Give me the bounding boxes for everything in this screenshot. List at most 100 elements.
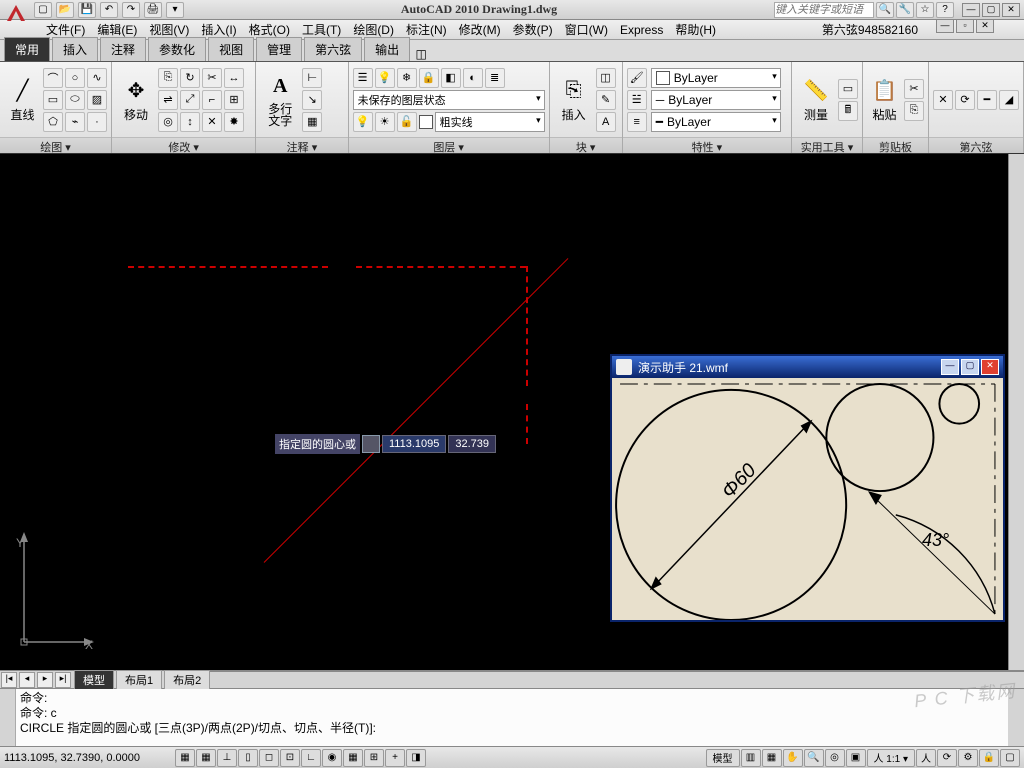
qat-print-icon[interactable]: 🖨 (144, 2, 162, 18)
panel-block-label[interactable]: 块 ▾ (550, 137, 622, 153)
maximize-button[interactable]: ▢ (982, 3, 1000, 17)
subscription-icon[interactable]: 🔧 (896, 2, 914, 18)
lineweight-combo[interactable]: ━ByLayer (651, 112, 781, 132)
toolbar-lock-icon[interactable]: 🔒 (979, 749, 999, 767)
array-icon[interactable]: ⊞ (224, 90, 244, 110)
panel-modify-label[interactable]: 修改 ▾ (112, 137, 255, 153)
layout-last-icon[interactable]: ▸| (55, 672, 71, 688)
cut-icon[interactable]: ✂ (904, 79, 924, 99)
search-icon[interactable]: 🔍 (876, 2, 894, 18)
zoom-icon[interactable]: 🔍 (804, 749, 824, 767)
annoscale-button[interactable]: 人 1:1 ▾ (867, 749, 915, 767)
helper-window[interactable]: 演示助手 21.wmf — ▢ ✕ (610, 354, 1005, 622)
sc-toggle[interactable]: + (385, 749, 405, 767)
annovisibility-icon[interactable]: 人 (916, 749, 936, 767)
tab-annotate[interactable]: 注释 (100, 37, 146, 61)
dim-linear-icon[interactable]: ⊢ (302, 68, 322, 88)
quickview-layouts-icon[interactable]: ▥ (741, 749, 761, 767)
qp-toggle[interactable]: ⊞ (364, 749, 384, 767)
layout-tab-model[interactable]: 模型 (74, 670, 114, 689)
panel-annot-label[interactable]: 注释 ▾ (256, 137, 347, 153)
close-button[interactable]: ✕ (1002, 3, 1020, 17)
panel-layer-label[interactable]: 图层 ▾ (349, 137, 549, 153)
helper-minimize-button[interactable]: — (941, 359, 959, 375)
menu-modify[interactable]: 修改(M) (453, 19, 507, 40)
steering-wheel-icon[interactable]: ◎ (825, 749, 845, 767)
menu-help[interactable]: 帮助(H) (669, 19, 722, 40)
tab-insert[interactable]: 插入 (52, 37, 98, 61)
layer-props-icon[interactable]: ☰ (353, 68, 373, 88)
copy-icon[interactable]: ⎘ (158, 68, 178, 88)
tpy-toggle[interactable]: ◨ (406, 749, 426, 767)
panel-props-label[interactable]: 特性 ▾ (623, 137, 791, 153)
six-tool2-icon[interactable]: ⟳ (955, 90, 975, 110)
circle-icon[interactable]: ○ (65, 68, 85, 88)
hatch-icon[interactable]: ▨ (87, 90, 107, 110)
ortho-toggle[interactable]: ⊥ (217, 749, 237, 767)
doc-minimize-button[interactable]: — (936, 19, 954, 33)
erase-icon[interactable]: ✕ (202, 112, 222, 132)
layout-first-icon[interactable]: |◂ (1, 672, 17, 688)
calc-icon[interactable]: 🖩 (838, 101, 858, 121)
panel-six-label[interactable]: 第六弦 (929, 137, 1023, 153)
menu-param[interactable]: 参数(P) (507, 19, 559, 40)
otrack-toggle[interactable]: ⊡ (280, 749, 300, 767)
qat-redo-icon[interactable]: ↷ (122, 2, 140, 18)
scale-icon[interactable]: ⤢ (180, 90, 200, 110)
measure-button[interactable]: 📏 测量 (796, 70, 836, 130)
qat-undo-icon[interactable]: ↶ (100, 2, 118, 18)
doc-close-button[interactable]: ✕ (976, 19, 994, 33)
tab-manage[interactable]: 管理 (256, 37, 302, 61)
extend-icon[interactable]: ↔ (224, 68, 244, 88)
layer-lock-icon[interactable]: 🔒 (419, 68, 439, 88)
helper-close-button[interactable]: ✕ (981, 359, 999, 375)
qat-open-icon[interactable]: 📂 (56, 2, 74, 18)
lwt-toggle[interactable]: ▦ (343, 749, 363, 767)
infocenter-search-input[interactable] (774, 2, 874, 18)
select-icon[interactable]: ▭ (838, 79, 858, 99)
insert-block-button[interactable]: ⎘ 插入 (554, 70, 594, 130)
layout-prev-icon[interactable]: ◂ (19, 672, 35, 688)
props-palette-icon[interactable]: ☱ (627, 90, 647, 110)
fillet-icon[interactable]: ⌐ (202, 90, 222, 110)
ducs-toggle[interactable]: ∟ (301, 749, 321, 767)
ribbon-minimize-icon[interactable]: ◫ (412, 47, 430, 61)
ellipse-icon[interactable]: ⬭ (65, 90, 85, 110)
layer-off-icon[interactable]: ◐ (463, 68, 483, 88)
edit-block-icon[interactable]: ✎ (596, 90, 616, 110)
command-grip[interactable] (0, 689, 16, 746)
showmotion-icon[interactable]: ▣ (846, 749, 866, 767)
doc-restore-button[interactable]: ▫ (956, 19, 974, 33)
dyn-toggle[interactable]: ◉ (322, 749, 342, 767)
list-icon[interactable]: ≡ (627, 112, 647, 132)
panel-draw-label[interactable]: 绘图 ▾ (0, 137, 111, 153)
mirror-icon[interactable]: ⇌ (158, 90, 178, 110)
pline-icon[interactable]: ⌁ (65, 112, 85, 132)
rotate-icon[interactable]: ↻ (180, 68, 200, 88)
leader-icon[interactable]: ↘ (302, 90, 322, 110)
six-tool1-icon[interactable]: ✕ (933, 90, 953, 110)
move-button[interactable]: ✥ 移动 (116, 70, 156, 130)
point-icon[interactable]: · (87, 112, 107, 132)
tab-six[interactable]: 第六弦 (304, 37, 362, 61)
pan-icon[interactable]: ✋ (783, 749, 803, 767)
paste-button[interactable]: 📋 粘贴 (867, 70, 902, 130)
linetype-combo[interactable]: ─ByLayer (651, 90, 781, 110)
attr-icon[interactable]: A (596, 112, 616, 132)
dyn-y-field[interactable]: 32.739 (448, 435, 496, 453)
explode-icon[interactable]: ✸ (224, 112, 244, 132)
canvas-hscrollbar[interactable] (210, 671, 1024, 688)
menu-window[interactable]: 窗口(W) (559, 19, 614, 40)
osnap-toggle[interactable]: ◻ (259, 749, 279, 767)
tab-parametric[interactable]: 参数化 (148, 37, 206, 61)
stretch-icon[interactable]: ↕ (180, 112, 200, 132)
tab-output[interactable]: 输出 (364, 37, 410, 61)
polar-toggle[interactable]: ▯ (238, 749, 258, 767)
layer-freeze-icon[interactable]: ❄ (397, 68, 417, 88)
qat-save-icon[interactable]: 💾 (78, 2, 96, 18)
rect-icon[interactable]: ▭ (43, 90, 63, 110)
helper-titlebar[interactable]: 演示助手 21.wmf — ▢ ✕ (612, 356, 1003, 378)
copy2-icon[interactable]: ⎘ (904, 101, 924, 121)
tab-view[interactable]: 视图 (208, 37, 254, 61)
qat-more-icon[interactable]: ▾ (166, 2, 184, 18)
